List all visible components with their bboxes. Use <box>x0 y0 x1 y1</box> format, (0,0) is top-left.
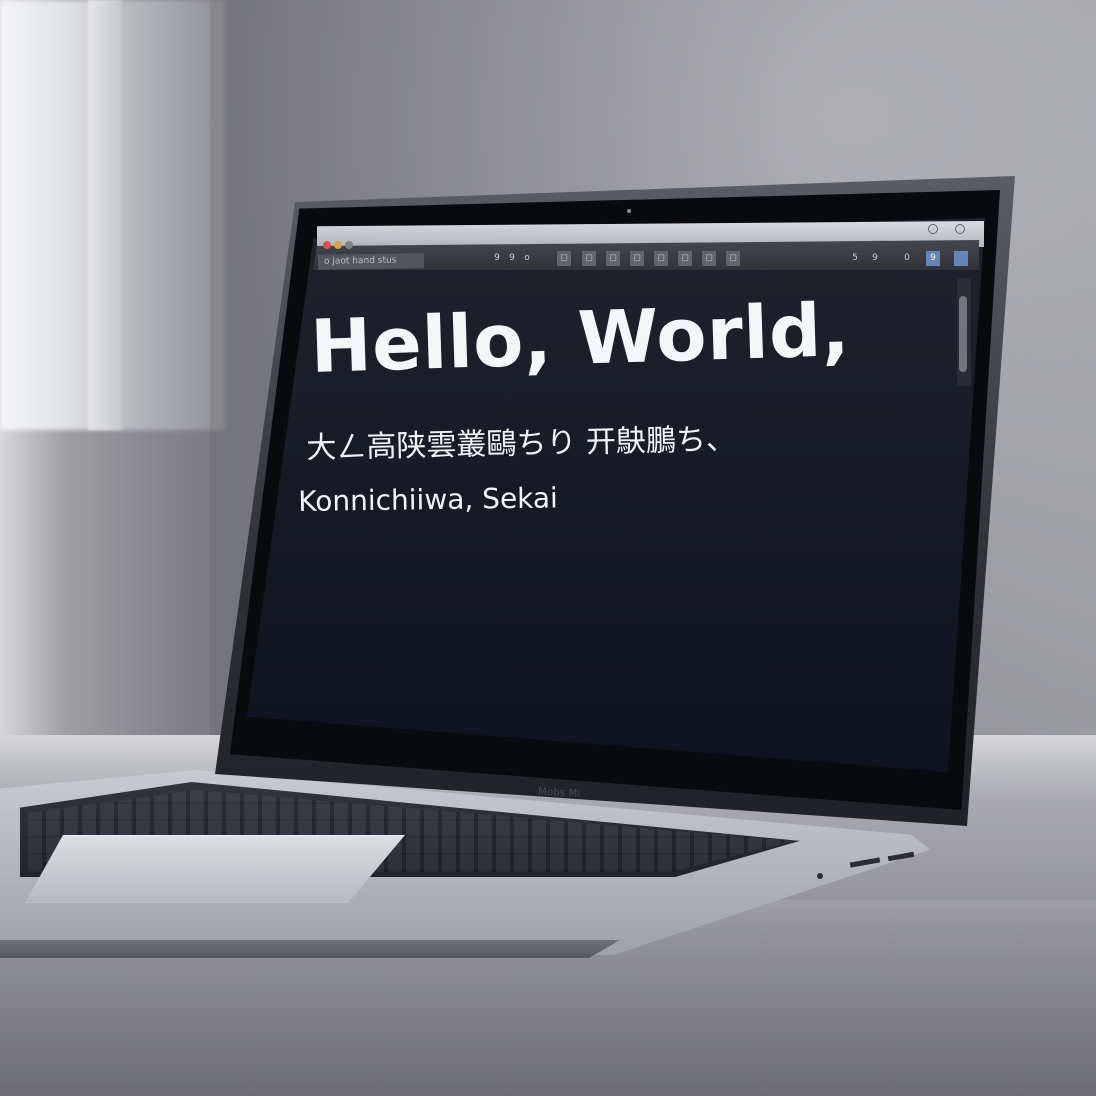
title-circle-icon[interactable] <box>928 224 938 234</box>
toolbar-button-16[interactable] <box>954 251 968 266</box>
camera-icon <box>627 209 631 213</box>
toolbar-button-10[interactable]: ◻ <box>702 251 716 266</box>
trackpad <box>25 835 405 903</box>
toolbar-button-3[interactable]: o <box>520 251 534 266</box>
breadcrumb[interactable]: o jaot hand stus <box>318 253 424 270</box>
toolbar-button-12[interactable]: 5 <box>848 251 862 266</box>
toolbar-button-11[interactable]: ◻ <box>726 251 740 266</box>
zoom-window-icon[interactable] <box>345 241 353 249</box>
title-circle-icon-2[interactable] <box>955 224 965 234</box>
base-front-edge <box>0 940 620 958</box>
toolbar-button-5[interactable]: ◻ <box>582 251 596 266</box>
scene: Mobs Mi o jaot hand stus 9 9 o ◻ ◻ ◻ ◻ ◻… <box>0 0 1096 1096</box>
minimize-window-icon[interactable] <box>334 241 342 249</box>
toolbar-button-8[interactable]: ◻ <box>654 251 668 266</box>
toolbar-button-13[interactable]: 9 <box>868 251 882 266</box>
brand-label: Mobs Mi <box>537 786 581 800</box>
headphone-port <box>817 873 823 879</box>
toolbar-button-2[interactable]: 9 <box>505 251 519 266</box>
headline-text: Hello, World, <box>309 288 852 390</box>
window-frame <box>88 0 122 430</box>
romaji-text: Konnichiiwa, Sekai <box>298 481 559 518</box>
toolbar-button-4[interactable]: ◻ <box>557 251 571 266</box>
toolbar-button-7[interactable]: ◻ <box>630 251 644 266</box>
toolbar-button-1[interactable]: 9 <box>490 251 504 266</box>
scrollbar-thumb[interactable] <box>959 296 967 372</box>
toolbar-button-15[interactable]: 9 <box>926 251 940 266</box>
toolbar-button-9[interactable]: ◻ <box>678 251 692 266</box>
toolbar-button-6[interactable]: ◻ <box>606 251 620 266</box>
toolbar-button-14[interactable]: 0 <box>900 251 914 266</box>
close-window-icon[interactable] <box>323 241 331 249</box>
